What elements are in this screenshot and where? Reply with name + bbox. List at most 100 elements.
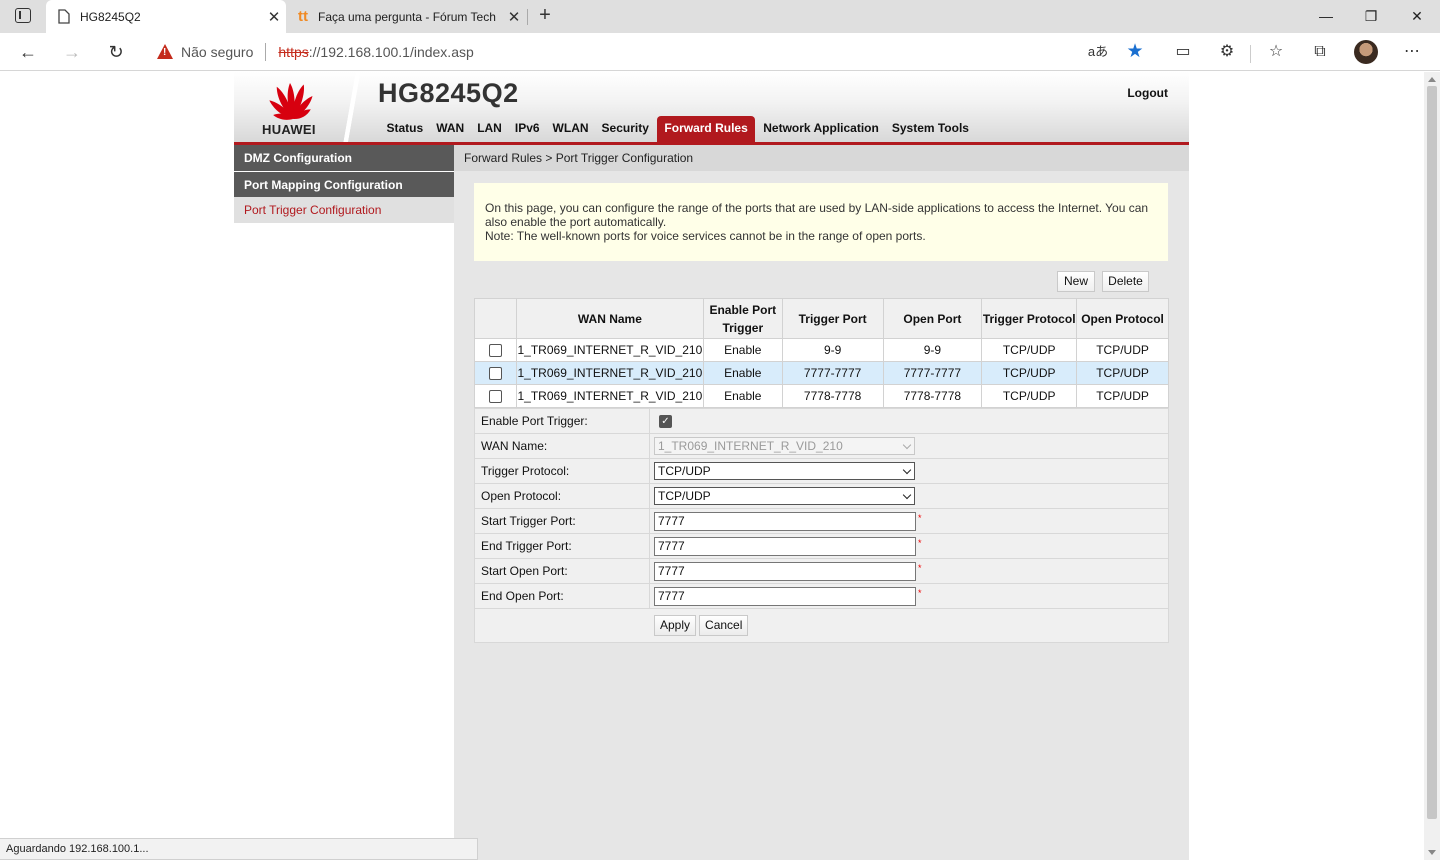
menu-network-application[interactable]: Network Application: [757, 116, 886, 142]
table-cell: Enable: [702, 384, 783, 408]
url-separator: [265, 42, 267, 61]
row-select-cell: [474, 338, 517, 362]
favorite-star-icon[interactable]: ★: [1122, 36, 1148, 67]
header-divider: [342, 72, 360, 142]
required-mark: *: [918, 563, 922, 573]
table-header-row: WAN Name Enable Port Trigger Trigger Por…: [474, 298, 1169, 339]
table-cell: 7778-7778: [781, 384, 884, 408]
row-checkbox[interactable]: [488, 390, 502, 404]
scrollbar-thumb[interactable]: [1427, 86, 1437, 819]
toolbar-separator: [1250, 45, 1251, 63]
table-row[interactable]: 1_TR069_INTERNET_R_VID_210 Enable 9-9 9-…: [474, 338, 1169, 362]
menu-system-tools[interactable]: System Tools: [885, 116, 975, 142]
tab-hg8245q2[interactable]: HG8245Q2 ✕: [46, 0, 286, 33]
menu-ipv6[interactable]: IPv6: [508, 116, 546, 142]
extensions-icon[interactable]: ⚙: [1212, 38, 1242, 66]
table-row[interactable]: 1_TR069_INTERNET_R_VID_210 Enable 7778-7…: [474, 384, 1169, 408]
restore-icon[interactable]: ❐: [1348, 2, 1394, 30]
chevron-down-icon: [902, 490, 912, 500]
row-checkbox[interactable]: [488, 367, 502, 381]
enable-port-trigger-label: Enable Port Trigger:: [475, 408, 650, 434]
enable-port-trigger-checkbox[interactable]: ✓: [659, 414, 672, 428]
end-open-port-input[interactable]: 7777: [654, 586, 916, 606]
row-checkbox[interactable]: [488, 344, 502, 358]
column-header: Open Port: [882, 298, 983, 339]
breadcrumb: Forward Rules > Port Trigger Configurati…: [454, 145, 1189, 171]
table-cell: 7777-7777: [882, 361, 983, 385]
main-content: On this page, you can configure the rang…: [454, 171, 1189, 860]
form-row-trigger-protocol: Trigger Protocol: TCP/UDP: [475, 458, 1168, 484]
tab-actions-icon[interactable]: [15, 8, 31, 23]
open-protocol-label: Open Protocol:: [475, 483, 650, 509]
collections-icon[interactable]: ⧉: [1305, 38, 1335, 66]
table-cell: TCP/UDP: [1076, 384, 1169, 408]
favorites-icon[interactable]: ☆: [1261, 38, 1291, 66]
security-label[interactable]: Não seguro: [181, 44, 253, 60]
sidebar-item-port-mapping[interactable]: Port Mapping Configuration: [234, 171, 454, 197]
profile-avatar[interactable]: [1354, 40, 1378, 64]
address-bar[interactable]: ! Não seguro https ://192.168.100.1/inde…: [145, 36, 1155, 67]
notice-text: On this page, you can configure the rang…: [485, 201, 1149, 229]
table-cell: TCP/UDP: [981, 338, 1078, 362]
form-actions: Apply Cancel: [475, 608, 1168, 642]
end-trigger-port-label: End Trigger Port:: [475, 533, 650, 559]
url-text: ://192.168.100.1/index.asp: [308, 43, 474, 60]
warning-icon[interactable]: !: [157, 44, 173, 59]
new-tab-icon[interactable]: +: [534, 3, 556, 29]
minimize-icon[interactable]: —: [1303, 2, 1349, 30]
column-header: Trigger Port: [781, 298, 884, 339]
refresh-icon[interactable]: ↻: [101, 38, 131, 66]
close-tab-icon[interactable]: ✕: [262, 8, 286, 26]
huawei-flower-icon: [269, 83, 313, 120]
menu-wlan[interactable]: WLAN: [546, 116, 595, 142]
scroll-up-icon[interactable]: [1428, 77, 1436, 82]
menu-lan[interactable]: LAN: [471, 116, 509, 142]
forward-icon[interactable]: →: [57, 38, 87, 66]
read-aloud-icon[interactable]: aあ: [1085, 36, 1111, 67]
table-row[interactable]: 1_TR069_INTERNET_R_VID_210 Enable 7777-7…: [474, 361, 1169, 385]
table-cell: 7777-7777: [781, 361, 884, 385]
trigger-protocol-select[interactable]: TCP/UDP: [654, 462, 915, 480]
tecnoblog-favicon-icon: tt: [298, 8, 308, 25]
close-tab-icon[interactable]: ✕: [502, 8, 526, 26]
row-select-cell: [474, 361, 517, 385]
logout-link[interactable]: Logout: [1127, 86, 1168, 100]
new-button[interactable]: New: [1057, 271, 1095, 292]
row-select-cell: [474, 384, 517, 408]
status-bar: Aguardando 192.168.100.1...: [0, 838, 478, 860]
page-icon: [58, 9, 70, 24]
start-trigger-port-input[interactable]: 7777: [654, 511, 916, 531]
menu-wan[interactable]: WAN: [430, 116, 471, 142]
sidebar: DMZ Configuration Port Mapping Configura…: [234, 145, 454, 860]
menu-security[interactable]: Security: [595, 116, 655, 142]
scroll-down-icon[interactable]: [1428, 850, 1436, 855]
table-cell: TCP/UDP: [1076, 361, 1169, 385]
menu-status[interactable]: Status: [380, 116, 430, 142]
apply-button[interactable]: Apply: [654, 615, 697, 636]
table-cell: TCP/UDP: [1076, 338, 1169, 362]
url-scheme: https: [278, 43, 309, 60]
sidebar-item-port-trigger[interactable]: Port Trigger Configuration: [234, 197, 454, 223]
menu-forward-rules[interactable]: Forward Rules: [657, 116, 755, 142]
cancel-button[interactable]: Cancel: [699, 615, 749, 636]
cast-icon[interactable]: ▭: [1168, 38, 1198, 66]
table-cell: 1_TR069_INTERNET_R_VID_210: [515, 384, 704, 408]
more-options-icon[interactable]: ⋯: [1397, 38, 1427, 66]
table-cell: Enable: [702, 361, 783, 385]
tab-title: HG8245Q2: [80, 9, 141, 24]
tab-forum[interactable]: tt Faça uma pergunta - Fórum Tech ✕: [288, 0, 526, 33]
sidebar-item-dmz[interactable]: DMZ Configuration: [234, 145, 454, 171]
close-window-icon[interactable]: ✕: [1394, 2, 1440, 30]
notice-note: Note: The well-known ports for voice ser…: [485, 229, 926, 243]
delete-button[interactable]: Delete: [1102, 271, 1149, 292]
end-trigger-port-input[interactable]: 7777: [654, 536, 916, 556]
start-open-port-label: Start Open Port:: [475, 558, 650, 584]
open-protocol-select[interactable]: TCP/UDP: [654, 487, 915, 505]
start-open-port-input[interactable]: 7777: [654, 561, 916, 581]
form-row-end-open: End Open Port: 7777 *: [475, 583, 1168, 609]
wan-name-label: WAN Name:: [475, 433, 650, 459]
main-menu: Status WAN LAN IPv6 WLAN Security Forwar…: [380, 116, 975, 142]
page-scrollbar[interactable]: [1424, 72, 1440, 860]
back-icon[interactable]: ←: [13, 38, 43, 66]
form-row-enable: Enable Port Trigger: ✓: [475, 408, 1168, 434]
